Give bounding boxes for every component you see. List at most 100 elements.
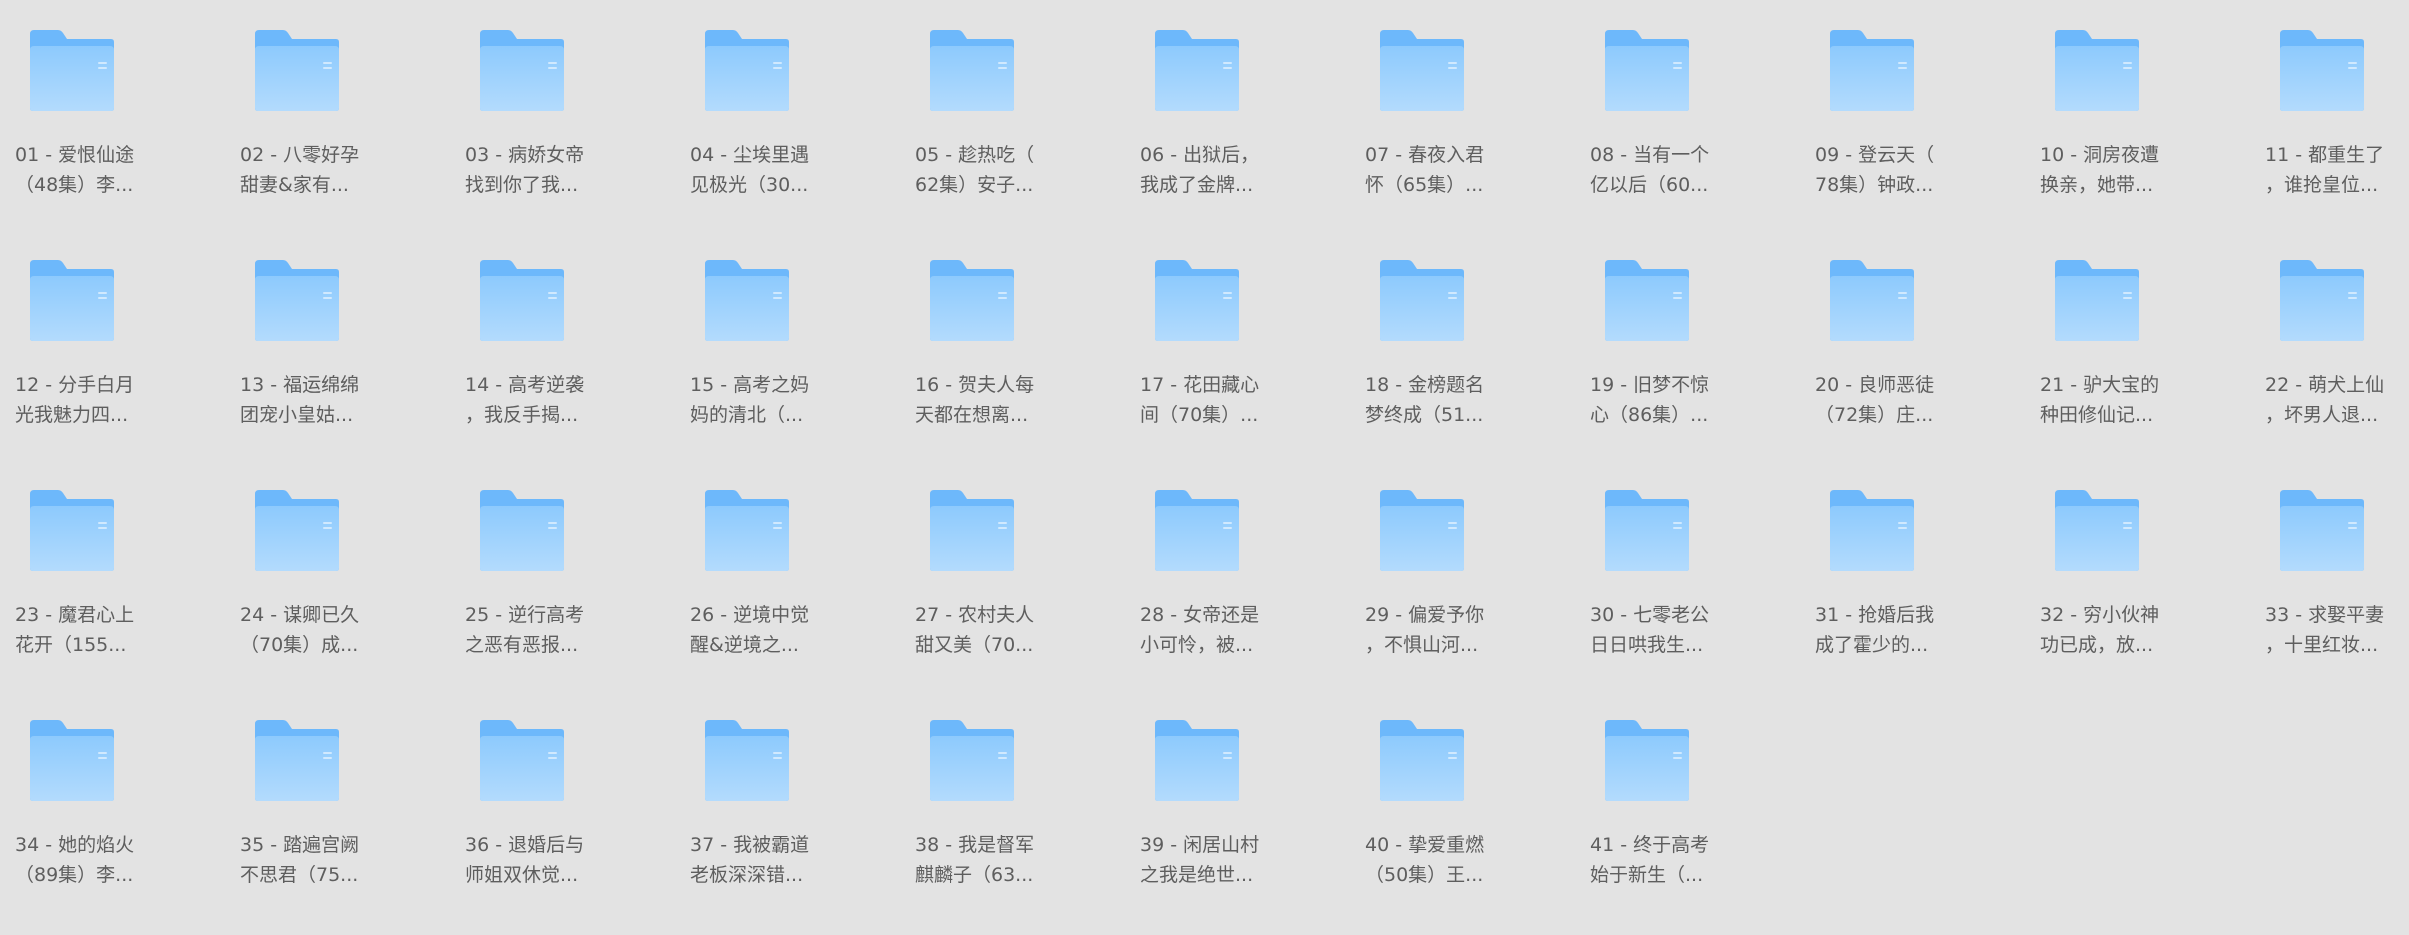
folder-name: 01 - 爱恨仙途 （48集）李... bbox=[15, 140, 225, 200]
folder-icon bbox=[2278, 258, 2366, 342]
folder-item[interactable]: 01 - 爱恨仙途 （48集）李... bbox=[15, 0, 215, 200]
folder-name-line2: 78集）钟政... bbox=[1815, 174, 1934, 196]
folder-icon bbox=[253, 718, 341, 802]
folder-item[interactable]: 21 - 驴大宝的 种田修仙记... bbox=[2040, 230, 2240, 430]
folder-name-line1: 20 - 良师恶徒 bbox=[1815, 374, 1935, 396]
folder-name-line2: 醒&逆境之... bbox=[690, 634, 799, 656]
folder-name-line2: ，谁抢皇位... bbox=[2265, 174, 2379, 196]
folder-item[interactable]: 33 - 求娶平妻 ，十里红妆... bbox=[2265, 460, 2409, 660]
folder-name: 26 - 逆境中觉 醒&逆境之... bbox=[690, 600, 900, 660]
folder-name-line1: 17 - 花田藏心 bbox=[1140, 374, 1260, 396]
folder-name-line1: 28 - 女帝还是 bbox=[1140, 604, 1260, 626]
folder-icon bbox=[703, 718, 791, 802]
folder-item[interactable]: 23 - 魔君心上 花开（155... bbox=[15, 460, 215, 660]
folder-name: 15 - 高考之妈 妈的清北（... bbox=[690, 370, 900, 430]
folder-icon bbox=[1603, 488, 1691, 572]
folder-name-line2: 师姐双休觉... bbox=[465, 864, 579, 886]
folder-item[interactable]: 29 - 偏爱予你 ，不惧山河... bbox=[1365, 460, 1565, 660]
folder-item[interactable]: 35 - 踏遍宫阙 不思君（75... bbox=[240, 690, 440, 890]
folder-name: 39 - 闲居山村 之我是绝世... bbox=[1140, 830, 1350, 890]
folder-item[interactable]: 08 - 当有一个 亿以后（60... bbox=[1590, 0, 1790, 200]
folder-name: 31 - 抢婚后我 成了霍少的... bbox=[1815, 600, 2025, 660]
folder-item[interactable]: 09 - 登云天（ 78集）钟政... bbox=[1815, 0, 2015, 200]
folder-item[interactable]: 04 - 尘埃里遇 见极光（30... bbox=[690, 0, 890, 200]
folder-name: 18 - 金榜题名 梦终成（51... bbox=[1365, 370, 1575, 430]
folder-item[interactable]: 07 - 春夜入君 怀（65集）... bbox=[1365, 0, 1565, 200]
folder-item[interactable]: 13 - 福运绵绵 团宠小皇姑... bbox=[240, 230, 440, 430]
folder-name-line1: 40 - 挚爱重燃 bbox=[1365, 834, 1485, 856]
folder-item[interactable]: 06 - 出狱后， 我成了金牌... bbox=[1140, 0, 1340, 200]
folder-item[interactable]: 36 - 退婚后与 师姐双休觉... bbox=[465, 690, 665, 890]
folder-item[interactable]: 02 - 八零好孕 甜妻&家有... bbox=[240, 0, 440, 200]
folder-icon bbox=[1378, 258, 1466, 342]
folder-name: 09 - 登云天（ 78集）钟政... bbox=[1815, 140, 2025, 200]
folder-name-line1: 07 - 春夜入君 bbox=[1365, 144, 1485, 166]
folder-name-line2: 换亲，她带... bbox=[2040, 174, 2154, 196]
folder-icon bbox=[1378, 488, 1466, 572]
folder-name-line2: 间（70集）... bbox=[1140, 404, 1259, 426]
folder-name-line2: 妈的清北（... bbox=[690, 404, 804, 426]
folder-name-line1: 03 - 病娇女帝 bbox=[465, 144, 585, 166]
folder-name-line1: 09 - 登云天（ bbox=[1815, 144, 1935, 166]
folder-icon bbox=[2278, 28, 2366, 112]
folder-name: 41 - 终于高考 始于新生（... bbox=[1590, 830, 1800, 890]
folder-item[interactable]: 03 - 病娇女帝 找到你了我... bbox=[465, 0, 665, 200]
folder-item[interactable]: 17 - 花田藏心 间（70集）... bbox=[1140, 230, 1340, 430]
folder-icon bbox=[1828, 28, 1916, 112]
folder-item[interactable]: 26 - 逆境中觉 醒&逆境之... bbox=[690, 460, 890, 660]
folder-name-line1: 05 - 趁热吃（ bbox=[915, 144, 1035, 166]
folder-item[interactable]: 16 - 贺夫人每 天都在想离... bbox=[915, 230, 1115, 430]
folder-name-line2: 小可怜，被... bbox=[1140, 634, 1254, 656]
folder-name: 24 - 谋卿已久 （70集）成... bbox=[240, 600, 450, 660]
folder-name: 14 - 高考逆袭 ，我反手揭... bbox=[465, 370, 675, 430]
folder-item[interactable]: 27 - 农村夫人 甜又美（70... bbox=[915, 460, 1115, 660]
folder-icon bbox=[478, 718, 566, 802]
folder-icon bbox=[928, 28, 1016, 112]
folder-item[interactable]: 22 - 萌犬上仙 ，坏男人退... bbox=[2265, 230, 2409, 430]
folder-name-line2: ，不惧山河... bbox=[1365, 634, 1479, 656]
folder-item[interactable]: 32 - 穷小伙神 功已成，放... bbox=[2040, 460, 2240, 660]
folder-item[interactable]: 18 - 金榜题名 梦终成（51... bbox=[1365, 230, 1565, 430]
folder-item[interactable]: 20 - 良师恶徒 （72集）庄... bbox=[1815, 230, 2015, 430]
folder-name-line1: 30 - 七零老公 bbox=[1590, 604, 1710, 626]
folder-name-line2: 甜又美（70... bbox=[915, 634, 1034, 656]
folder-name-line2: 种田修仙记... bbox=[2040, 404, 2154, 426]
folder-item[interactable]: 28 - 女帝还是 小可怜，被... bbox=[1140, 460, 1340, 660]
folder-name: 27 - 农村夫人 甜又美（70... bbox=[915, 600, 1125, 660]
folder-item[interactable]: 38 - 我是督军 麒麟子（63... bbox=[915, 690, 1115, 890]
folder-icon bbox=[1603, 718, 1691, 802]
folder-name-line2: 我成了金牌... bbox=[1140, 174, 1254, 196]
folder-item[interactable]: 24 - 谋卿已久 （70集）成... bbox=[240, 460, 440, 660]
folder-name-line2: 62集）安子... bbox=[915, 174, 1034, 196]
folder-item[interactable]: 15 - 高考之妈 妈的清北（... bbox=[690, 230, 890, 430]
folder-icon bbox=[2278, 488, 2366, 572]
folder-name: 20 - 良师恶徒 （72集）庄... bbox=[1815, 370, 2025, 430]
folder-name-line2: 功已成，放... bbox=[2040, 634, 2154, 656]
folder-item[interactable]: 12 - 分手白月 光我魅力四... bbox=[15, 230, 215, 430]
folder-item[interactable]: 34 - 她的焰火 （89集）李... bbox=[15, 690, 215, 890]
folder-name-line2: 之我是绝世... bbox=[1140, 864, 1254, 886]
folder-item[interactable]: 40 - 挚爱重燃 （50集）王... bbox=[1365, 690, 1565, 890]
folder-item[interactable]: 11 - 都重生了 ，谁抢皇位... bbox=[2265, 0, 2409, 200]
folder-name: 33 - 求娶平妻 ，十里红妆... bbox=[2265, 600, 2409, 660]
folder-item[interactable]: 14 - 高考逆袭 ，我反手揭... bbox=[465, 230, 665, 430]
folder-name-line2: 日日哄我生... bbox=[1590, 634, 1704, 656]
folder-item[interactable]: 39 - 闲居山村 之我是绝世... bbox=[1140, 690, 1340, 890]
folder-item[interactable]: 41 - 终于高考 始于新生（... bbox=[1590, 690, 1790, 890]
folder-item[interactable]: 31 - 抢婚后我 成了霍少的... bbox=[1815, 460, 2015, 660]
folder-name-line1: 14 - 高考逆袭 bbox=[465, 374, 585, 396]
folder-name: 29 - 偏爱予你 ，不惧山河... bbox=[1365, 600, 1575, 660]
folder-icon bbox=[703, 28, 791, 112]
folder-item[interactable]: 10 - 洞房夜遭 换亲，她带... bbox=[2040, 0, 2240, 200]
folder-item[interactable]: 19 - 旧梦不惊 心（86集）... bbox=[1590, 230, 1790, 430]
folder-icon bbox=[478, 258, 566, 342]
folder-item[interactable]: 05 - 趁热吃（ 62集）安子... bbox=[915, 0, 1115, 200]
folder-item[interactable]: 30 - 七零老公 日日哄我生... bbox=[1590, 460, 1790, 660]
folder-name: 03 - 病娇女帝 找到你了我... bbox=[465, 140, 675, 200]
folder-name-line1: 35 - 踏遍宫阙 bbox=[240, 834, 360, 856]
folder-item[interactable]: 37 - 我被霸道 老板深深错... bbox=[690, 690, 890, 890]
folder-icon bbox=[28, 718, 116, 802]
folder-name: 06 - 出狱后， 我成了金牌... bbox=[1140, 140, 1350, 200]
folder-item[interactable]: 25 - 逆行高考 之恶有恶报... bbox=[465, 460, 665, 660]
folder-icon bbox=[928, 258, 1016, 342]
